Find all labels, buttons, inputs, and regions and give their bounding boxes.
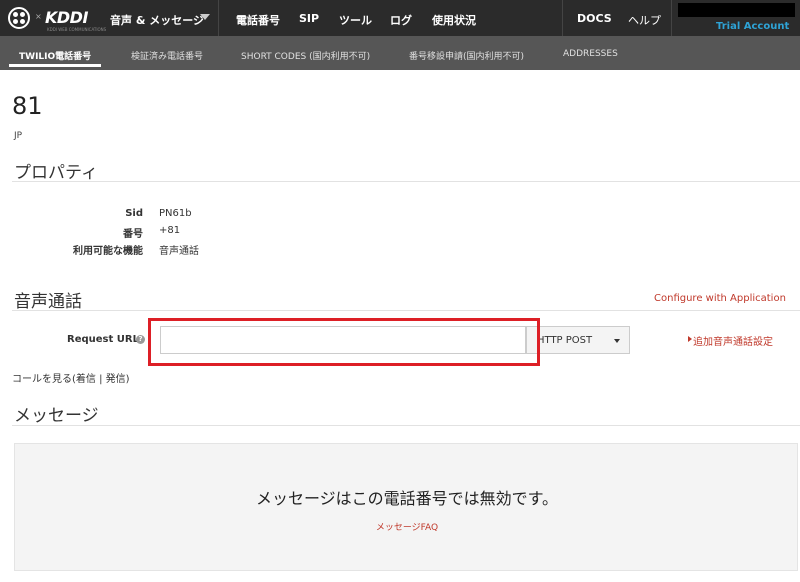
messaging-heading: メッセージ bbox=[14, 406, 99, 426]
http-method-select[interactable]: HTTP POST bbox=[526, 326, 630, 354]
kddi-logo[interactable]: KDDI bbox=[45, 8, 88, 27]
nav-item-logs[interactable]: ログ bbox=[390, 12, 412, 28]
nav-divider bbox=[562, 0, 563, 36]
property-value-number: +81 bbox=[159, 225, 181, 236]
messaging-disabled-text: メッセージはこの電話番号では無効です。 bbox=[255, 489, 559, 508]
section-divider bbox=[12, 310, 800, 311]
voice-heading: 音声通話 bbox=[14, 292, 82, 312]
chevron-down-icon[interactable] bbox=[200, 14, 210, 20]
properties-heading: プロパティ bbox=[14, 163, 98, 183]
request-url-label: Request URL bbox=[67, 334, 139, 345]
top-navbar: × KDDI KDDI WEB COMMUNICATIONS 音声 & メッセー… bbox=[0, 0, 800, 36]
tab-twilio-numbers[interactable]: TWILIO電話番号 bbox=[19, 49, 91, 62]
logo-separator: × bbox=[35, 12, 42, 21]
sub-navbar: TWILIO電話番号 検証済み電話番号 SHORT CODES (国内利用不可)… bbox=[0, 36, 800, 70]
nav-item-usage[interactable]: 使用状況 bbox=[432, 12, 476, 28]
account-name-redacted[interactable] bbox=[678, 3, 795, 17]
nav-item-phone-numbers[interactable]: 電話番号 bbox=[236, 12, 280, 28]
caret-down-icon bbox=[614, 339, 620, 343]
property-value-sid: PN61b bbox=[159, 208, 192, 219]
trial-account-label[interactable]: Trial Account bbox=[716, 21, 789, 32]
tab-addresses[interactable]: ADDRESSES bbox=[563, 49, 618, 59]
product-switcher[interactable]: 音声 & メッセージ bbox=[110, 12, 204, 28]
tab-porting-requests[interactable]: 番号移設申請(国内利用不可) bbox=[409, 49, 524, 62]
nav-divider bbox=[671, 0, 672, 36]
http-method-value: HTTP POST bbox=[537, 335, 593, 346]
messaging-disabled-panel: メッセージはこの電話番号では無効です。 メッセージFAQ bbox=[14, 443, 798, 571]
nav-item-docs[interactable]: DOCS bbox=[577, 12, 612, 25]
additional-voice-settings-link[interactable]: 追加音声通話設定 bbox=[693, 333, 773, 348]
configure-with-application-link[interactable]: Configure with Application bbox=[654, 293, 786, 304]
arrow-right-icon bbox=[688, 336, 692, 342]
view-calls-links[interactable]: コールを見る(着信 | 発信) bbox=[12, 370, 130, 385]
active-tab-indicator bbox=[9, 64, 101, 67]
nav-divider bbox=[218, 0, 219, 36]
nav-item-help[interactable]: ヘルプ bbox=[628, 12, 661, 28]
messaging-faq-link[interactable]: メッセージFAQ bbox=[15, 520, 799, 533]
help-icon[interactable]: ? bbox=[136, 335, 145, 344]
property-value-capabilities: 音声通話 bbox=[159, 246, 199, 257]
tab-verified-numbers[interactable]: 検証済み電話番号 bbox=[131, 49, 203, 62]
property-label-number: 番号 bbox=[123, 229, 143, 240]
section-divider bbox=[12, 181, 800, 182]
country-code: JP bbox=[14, 131, 23, 141]
logo-tagline: KDDI WEB COMMUNICATIONS bbox=[47, 27, 107, 32]
property-label-capabilities: 利用可能な機能 bbox=[73, 246, 143, 257]
request-url-input[interactable] bbox=[160, 326, 526, 354]
twilio-logo-icon[interactable] bbox=[8, 7, 30, 29]
page-title: 81 bbox=[12, 92, 43, 120]
section-divider bbox=[12, 425, 800, 426]
nav-item-tools[interactable]: ツール bbox=[339, 12, 372, 28]
tab-short-codes[interactable]: SHORT CODES (国内利用不可) bbox=[241, 49, 370, 62]
property-label-sid: Sid bbox=[125, 208, 143, 219]
nav-item-sip[interactable]: SIP bbox=[299, 12, 319, 25]
